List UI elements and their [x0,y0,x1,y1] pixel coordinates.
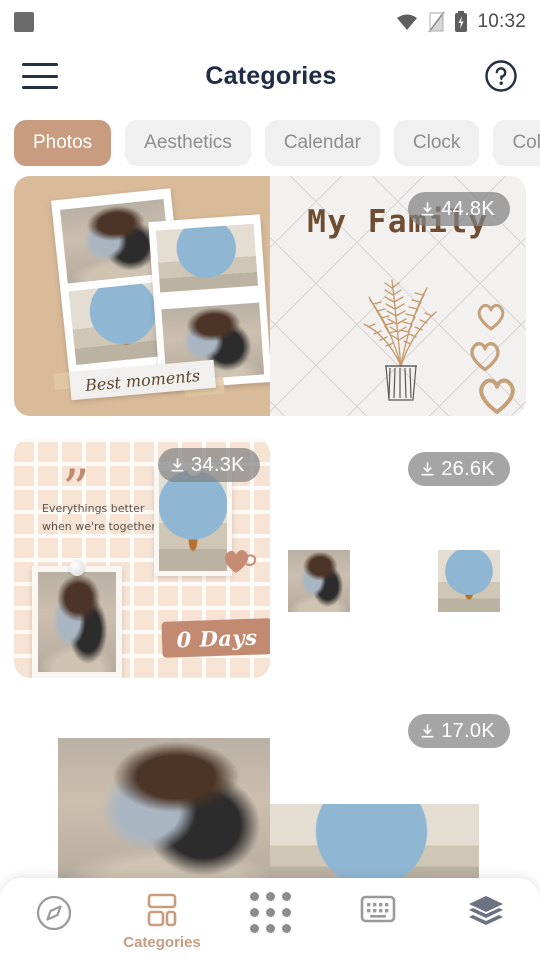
keyboard-icon [360,895,396,923]
photo-guy-small [438,550,500,612]
wallpaper-thumb-best-moments[interactable]: Best moments [14,176,270,416]
nav-item-layers[interactable] [440,892,532,928]
download-count-text-left: 34.3K [191,453,245,476]
app-header: Categories [0,44,540,108]
status-bar-right: 10:32 [395,11,526,33]
heart-outline-icon-2 [470,342,500,372]
chip-photos[interactable]: Photos [14,120,112,166]
days-banner: 0 Days [161,618,270,658]
download-count-text: 44.8K [441,197,495,220]
download-icon-3 [421,461,434,475]
download-count-text-right: 26.6K [441,457,495,480]
photo-girl-large [58,738,270,880]
chip-clock[interactable]: Clock [393,120,480,166]
chip-aesthetics[interactable]: Aesthetics [125,120,251,166]
quote-line-1: Everythings better [42,502,145,515]
fern-plant-illustration [363,279,437,401]
status-bar: 10:32 [0,0,540,44]
wallpaper-thumb-together[interactable]: ” Everythings better when we're together… [14,438,270,678]
bottom-navigation[interactable]: Categories [0,878,540,960]
hamburger-icon[interactable] [22,63,58,89]
chip-colors[interactable]: Colors [493,120,540,166]
status-bar-clock: 10:32 [477,11,526,32]
status-bar-left [14,12,34,32]
battery-charging-icon [455,11,468,32]
photo-guy-3 [159,471,227,571]
nav-item-keyboard[interactable] [332,892,424,926]
wallpaper-row-my-family[interactable]: Best moments My Family 44.8K [14,176,526,416]
wallpaper-thumb-third-left[interactable] [14,700,270,880]
wallpaper-row-together[interactable]: ” Everythings better when we're together… [14,438,526,678]
apps-dots-icon [249,892,291,933]
download-icon [421,201,434,215]
download-count-badge-third: 17.0K [408,714,510,748]
wallpaper-thumb-my-family[interactable]: My Family 44.8K [270,176,526,416]
pin-bottom [69,560,85,576]
categories-grid-icon [147,893,177,927]
app-square-icon [14,12,34,32]
photo-girl-3 [38,572,116,672]
help-circle-icon[interactable] [484,59,518,93]
nav-label-categories: Categories [123,934,201,951]
download-icon-2 [171,457,184,471]
heart-outline-icon [477,303,505,331]
download-count-badge-right: 26.6K [408,452,510,486]
days-banner-text: 0 Days [176,624,258,652]
heart-outline-icon-3 [479,378,515,414]
wallpaper-row-third[interactable]: 17.0K [14,700,526,880]
category-chip-row[interactable]: Photos Aesthetics Calendar Clock Colors [0,108,540,166]
wallpaper-list[interactable]: Best moments My Family 44.8K ” Everythin… [0,176,540,880]
chip-calendar[interactable]: Calendar [264,120,380,166]
download-icon-4 [421,723,434,737]
nav-item-categories[interactable]: Categories [116,892,208,951]
app-root: 10:32 Categories Photos Aesthetics Calen… [0,0,540,960]
nav-item-apps[interactable] [224,892,316,933]
compass-icon [36,895,72,931]
wallpaper-thumb-plain[interactable]: 26.6K [270,438,526,678]
caption-best-moments: Best moments [84,365,201,395]
photo-guy-wide [270,804,479,880]
sim-off-icon [428,11,446,33]
download-count-badge-left: 34.3K [158,448,260,482]
download-count-text-third: 17.0K [441,719,495,742]
layers-icon [469,896,503,925]
nav-item-discover[interactable] [8,892,100,934]
download-count-badge: 44.8K [408,192,510,226]
photo-frame-bottom [32,566,122,678]
photo-girl-small [288,550,350,612]
photo-guy-2 [155,223,258,293]
page-title: Categories [205,61,337,90]
quote-line-2: when we're together. [42,520,159,533]
wifi-icon [397,14,418,30]
heart-doodle-icon [224,550,257,573]
wallpaper-thumb-third-right[interactable]: 17.0K [270,700,526,880]
